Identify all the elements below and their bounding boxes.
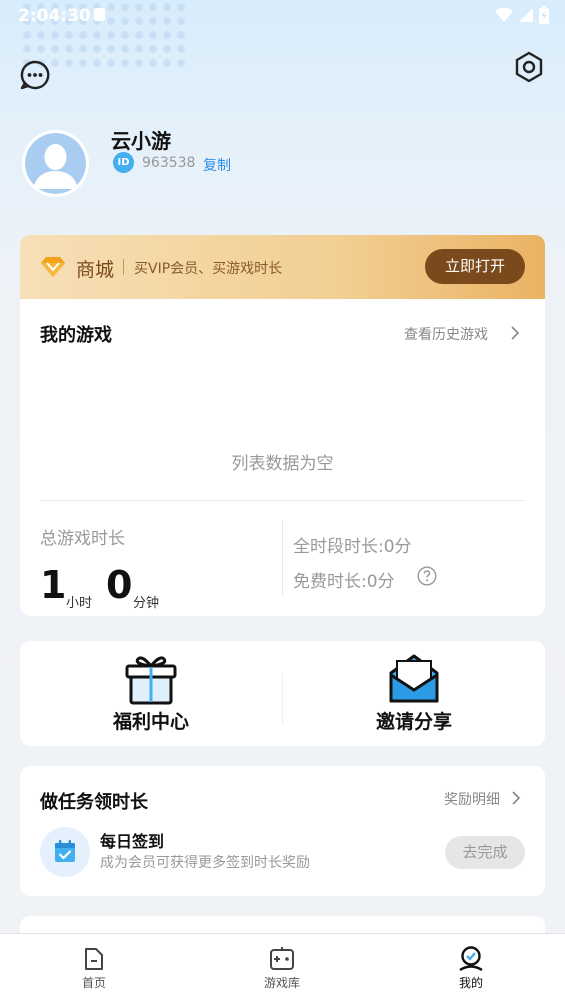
message-button[interactable] [19, 59, 51, 91]
mall-description: 买VIP会员、买游戏时长 [134, 261, 283, 277]
free-time: 免费时长:0分 [293, 572, 395, 592]
diamond-icon [41, 257, 65, 277]
user-id: 963538 [142, 155, 196, 171]
tab-home-label: 首页 [81, 976, 106, 990]
envelope-icon [389, 654, 439, 703]
calendar-check-icon [55, 840, 75, 862]
total-playtime-label: 总游戏时长 [40, 529, 125, 549]
history-games-link[interactable]: 查看历史游戏 [404, 324, 488, 344]
invite-share-button[interactable]: 邀请分享 [283, 653, 545, 734]
tab-home[interactable]: 首页 [0, 934, 188, 1004]
bottom-tab-bar: 首页 游戏库 我的 [0, 933, 565, 1004]
task-description: 成为会员可获得更多签到时长奖励 [100, 855, 310, 871]
gamepad-icon [270, 947, 294, 970]
tab-mine[interactable]: 我的 [377, 934, 565, 1004]
chat-icon [20, 60, 50, 90]
my-games-title: 我的游戏 [40, 325, 112, 346]
tab-mine-label: 我的 [458, 976, 483, 990]
task-complete-button[interactable]: 去完成 [445, 836, 525, 869]
task-icon-circle [40, 827, 90, 877]
tasks-card: 做任务领时长 奖励明细 每日签到 成为会员可获得更多签到时长奖励 去完成 [20, 766, 545, 896]
status-icons [495, 6, 549, 24]
gift-icon [125, 656, 177, 705]
status-bar: 2:04:30 [0, 0, 565, 32]
gear-icon [515, 51, 543, 83]
invite-share-label: 邀请分享 [375, 711, 452, 733]
home-icon [85, 948, 103, 970]
mall-banner[interactable]: 商城 买VIP会员、买游戏时长 立即打开 [20, 235, 545, 299]
settings-button[interactable] [513, 51, 545, 83]
minutes-value: 0 [106, 563, 133, 607]
mall-open-button[interactable]: 立即打开 [425, 249, 525, 284]
welfare-center-label: 福利中心 [112, 711, 189, 733]
chevron-right-icon [511, 326, 520, 340]
my-games-card: 商城 买VIP会员、买游戏时长 立即打开 我的游戏 查看历史游戏 列表数据为空 … [20, 235, 545, 616]
welfare-center-button[interactable]: 福利中心 [20, 653, 282, 734]
empty-list-text: 列表数据为空 [231, 454, 334, 474]
all-period-time: 全时段时长:0分 [293, 537, 412, 557]
username: 云小游 [111, 129, 171, 153]
hours-unit: 小时 [66, 596, 93, 611]
default-avatar-icon [25, 133, 86, 194]
id-badge-icon: ID [113, 152, 134, 173]
reward-detail-link[interactable]: 奖励明细 [444, 789, 500, 809]
feature-card: 福利中心 邀请分享 [20, 641, 545, 746]
mall-separator [123, 259, 124, 275]
chevron-right-icon [512, 791, 521, 805]
notification-icon [94, 8, 105, 21]
stats-divider [282, 520, 283, 596]
copy-id-button[interactable]: 复制 [203, 155, 231, 175]
signal-icon [519, 8, 533, 22]
mall-title: 商城 [76, 259, 115, 281]
tab-game-library[interactable]: 游戏库 [188, 934, 376, 1004]
tab-game-library-label: 游戏库 [263, 976, 300, 990]
avatar[interactable] [22, 130, 89, 197]
help-icon[interactable] [417, 566, 437, 586]
wifi-icon [495, 7, 513, 22]
minutes-unit: 分钟 [133, 596, 160, 611]
status-time: 2:04:30 [18, 6, 91, 26]
task-name: 每日签到 [100, 832, 165, 851]
profile-icon [459, 946, 483, 972]
battery-icon [539, 6, 549, 24]
hours-value: 1 [40, 563, 67, 607]
divider [40, 500, 525, 501]
tasks-title: 做任务领时长 [40, 792, 148, 813]
